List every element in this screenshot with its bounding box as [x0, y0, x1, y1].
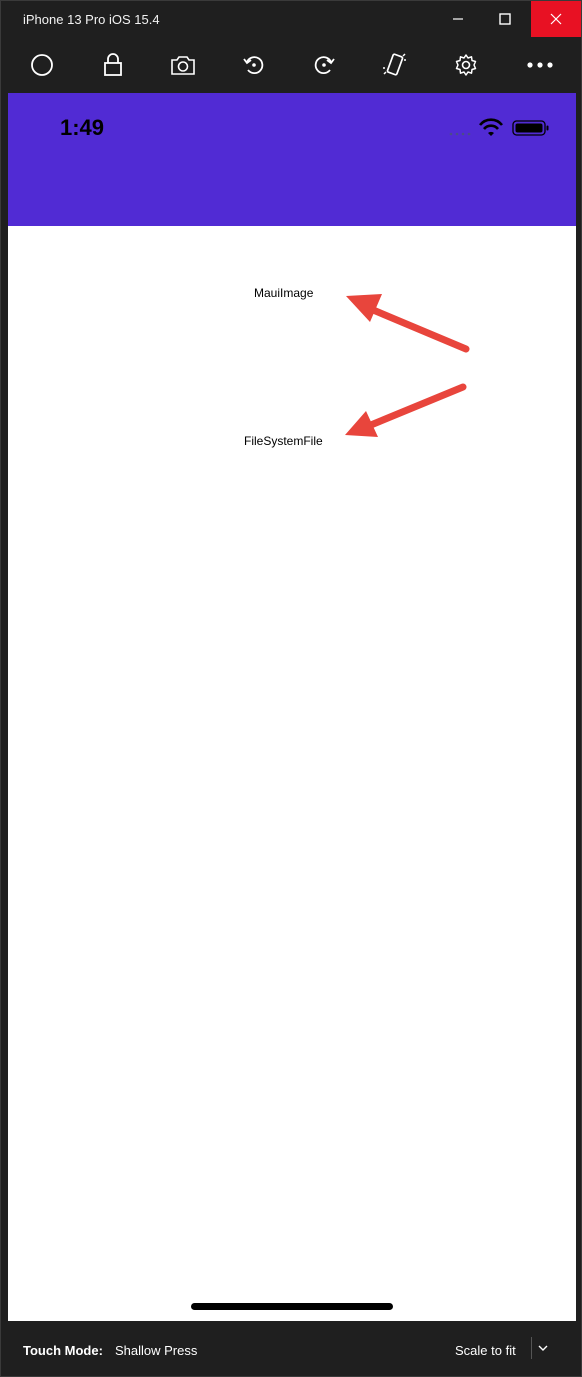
- maximize-button[interactable]: [481, 1, 529, 37]
- more-icon: [527, 62, 553, 68]
- home-indicator[interactable]: [191, 1303, 393, 1310]
- screenshot-button[interactable]: [165, 49, 201, 81]
- wifi-icon: [478, 118, 504, 136]
- shake-button[interactable]: [377, 49, 413, 81]
- touch-mode-value[interactable]: Shallow Press: [115, 1343, 197, 1358]
- simulator-window: iPhone 13 Pro iOS 15.4 1:49 MauiImage Fi…: [0, 0, 582, 1377]
- more-button[interactable]: [522, 49, 558, 81]
- scale-dropdown[interactable]: Scale to fit: [455, 1343, 516, 1358]
- settings-icon: [455, 54, 477, 76]
- lock-icon: [104, 53, 122, 76]
- scale-dropdown-button[interactable]: [535, 1338, 551, 1358]
- screenshot-icon: [171, 56, 195, 75]
- simulator-toolbar: [1, 41, 581, 91]
- home-icon: [31, 54, 53, 76]
- minimize-button[interactable]: [434, 1, 482, 37]
- status-time: 1:49: [60, 115, 105, 140]
- settings-button[interactable]: [448, 49, 484, 81]
- maui-image-label: MauiImage: [254, 286, 314, 300]
- shake-icon: [383, 53, 406, 76]
- rotate-left-button[interactable]: [236, 49, 272, 81]
- arrow-to-maui-image: [346, 294, 470, 353]
- navigation-bar: 1:49: [8, 93, 576, 226]
- rotate-left-icon: [243, 56, 264, 75]
- home-button[interactable]: [24, 49, 60, 81]
- rotate-right-button[interactable]: [306, 49, 342, 81]
- battery-icon: [512, 120, 549, 136]
- lock-button[interactable]: [95, 49, 131, 81]
- scale-separator: [531, 1337, 532, 1359]
- arrow-to-file-system-file: [345, 383, 467, 437]
- rotate-right-icon: [314, 56, 335, 75]
- title-bar: iPhone 13 Pro iOS 15.4: [1, 1, 581, 41]
- touch-mode-label: Touch Mode:: [23, 1343, 103, 1358]
- cellular-signal-icon: [449, 132, 471, 136]
- status-icons: [449, 118, 549, 136]
- close-button[interactable]: [531, 1, 581, 37]
- chevron-down-icon: [538, 1345, 548, 1351]
- close-icon: [550, 13, 562, 25]
- file-system-file-label: FileSystemFile: [244, 434, 323, 448]
- device-screen[interactable]: 1:49 MauiImage FileSystemFile: [8, 93, 576, 1321]
- bottom-bar: Touch Mode: Shallow Press Scale to fit: [1, 1323, 581, 1376]
- maximize-icon: [499, 13, 511, 25]
- minimize-icon: [453, 18, 463, 20]
- window-title: iPhone 13 Pro iOS 15.4: [23, 12, 160, 27]
